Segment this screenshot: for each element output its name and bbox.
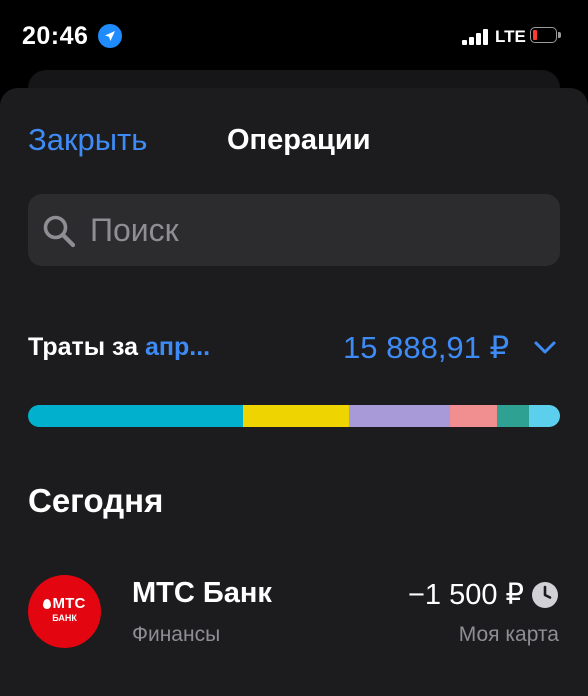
spending-category-bar[interactable] (28, 405, 560, 427)
transaction-account: Моя карта (458, 623, 559, 646)
battery-low-icon (530, 27, 562, 45)
section-title-today: Сегодня (28, 482, 164, 519)
spending-segment-3 (348, 405, 451, 427)
spending-segment-2 (242, 405, 349, 427)
status-bar: 20:46 LTE (0, 0, 588, 70)
merchant-name: МТС Банк (132, 577, 272, 609)
merchant-avatar: МТС БАНК (28, 575, 101, 648)
spending-segment-5 (496, 405, 529, 427)
clock-icon (531, 581, 559, 609)
chevron-down-icon[interactable] (532, 336, 558, 358)
spending-segment-6 (528, 405, 560, 427)
spending-segment-4 (450, 405, 497, 427)
network-type-label: LTE (495, 27, 526, 46)
location-arrow-icon (98, 24, 122, 48)
transaction-amount: −1 500 ₽ (407, 579, 524, 611)
search-field[interactable] (28, 194, 560, 266)
status-time: 20:46 (22, 22, 89, 50)
signal-icon (462, 29, 492, 45)
page-title: Операции (227, 124, 371, 156)
close-button[interactable]: Закрыть (28, 122, 147, 158)
spending-period-label: Траты за апр... (28, 333, 210, 362)
spending-total-amount[interactable]: 15 888,91 ₽ (343, 330, 509, 366)
avatar-sub-text: БАНК (52, 613, 77, 623)
search-icon (42, 214, 76, 248)
spending-segment-1 (28, 405, 243, 427)
avatar-brand-text: МТС (28, 595, 101, 612)
merchant-category: Финансы (132, 623, 221, 646)
transaction-row[interactable]: МТС БАНК МТС Банк Финансы −1 500 ₽ Моя к… (0, 560, 588, 670)
spending-label-text: Траты за (28, 333, 139, 361)
operations-screen: 20:46 LTE Закрыть Операции Поиск Траты з… (0, 0, 588, 696)
spending-month-selector[interactable]: апр... (145, 333, 210, 361)
search-input[interactable] (90, 208, 540, 252)
